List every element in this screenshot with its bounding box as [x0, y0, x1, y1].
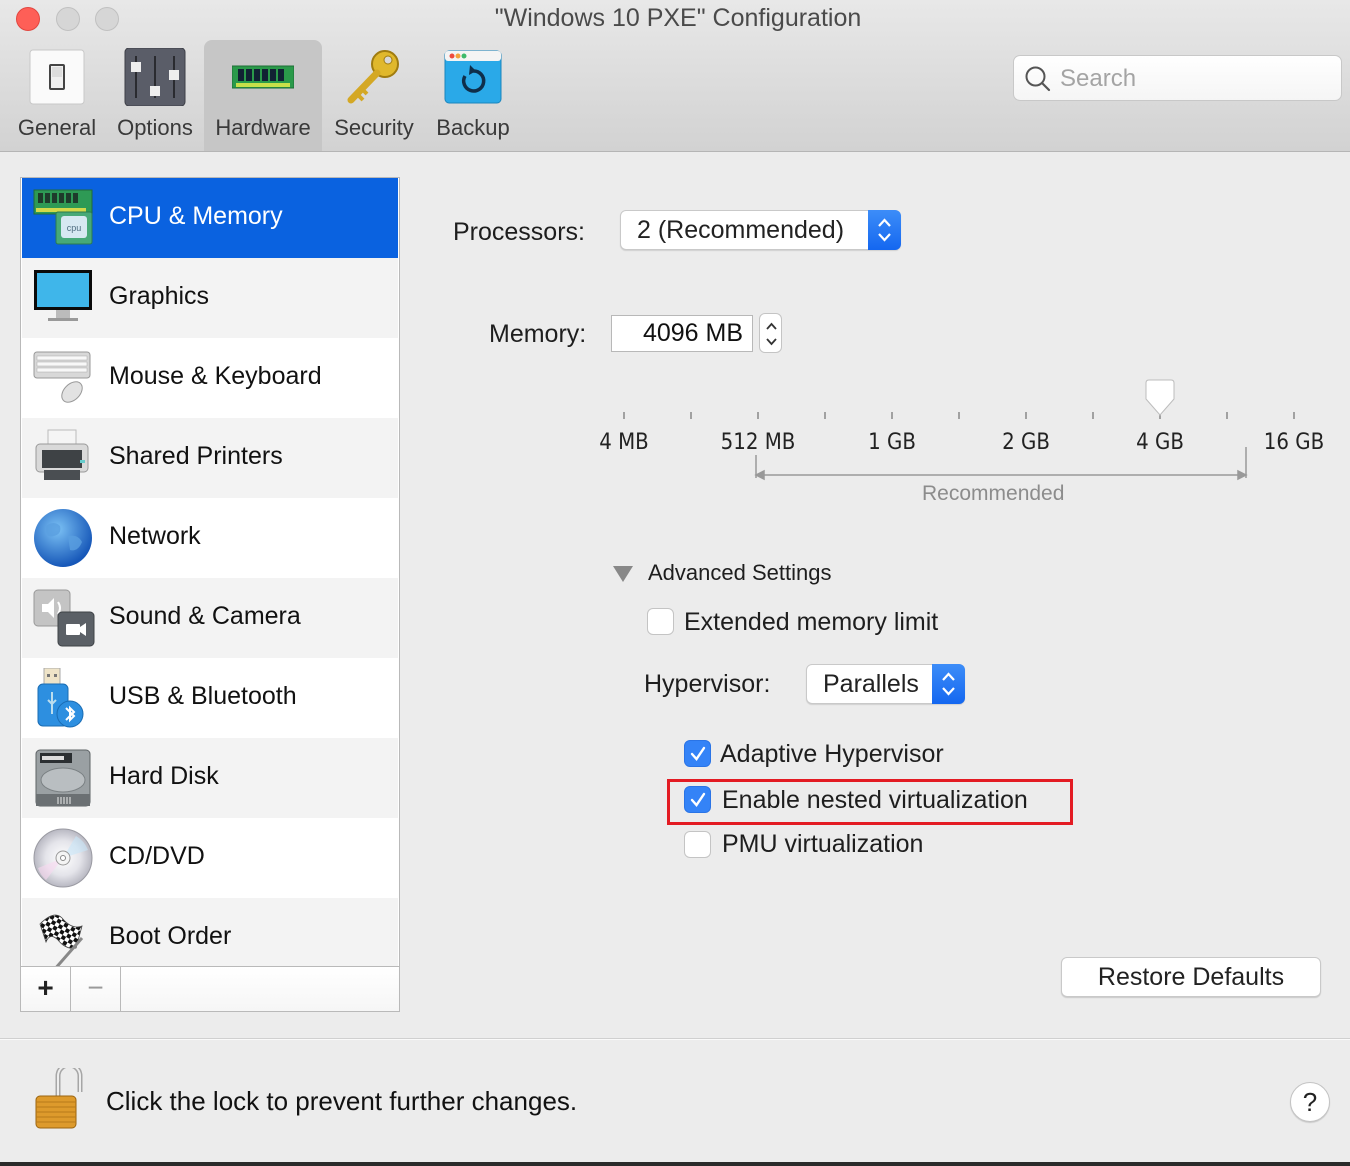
sidebar-item-label: Boot Order: [109, 922, 232, 950]
pmu-virtualization-checkbox[interactable]: [684, 831, 711, 858]
memory-field[interactable]: 4096 MB: [611, 315, 753, 352]
sidebar-item-mouse-keyboard[interactable]: Mouse & Keyboard: [22, 338, 398, 418]
cpu-memory-icon: cpu: [33, 189, 93, 245]
hardware-device-list: cpu CPU & Memory Graphics Mouse & Keyboa…: [20, 177, 400, 1012]
search-icon: [1025, 66, 1051, 92]
checkmark-icon: [690, 792, 706, 807]
nested-virtualization-checkbox[interactable]: [684, 786, 711, 813]
memory-chip-icon: [232, 65, 294, 89]
globe-icon: [34, 509, 92, 567]
hard-disk-icon: [35, 749, 91, 807]
toggle-switch-icon: [29, 49, 85, 105]
sidebar-footer: + −: [21, 966, 399, 1011]
sidebar-item-cd-dvd[interactable]: CD/DVD: [22, 818, 398, 898]
footer-divider: [0, 1038, 1350, 1040]
slider-tick-label: 1 GB: [868, 430, 916, 455]
sidebar-item-cpu-memory[interactable]: cpu CPU & Memory: [22, 178, 398, 258]
add-device-button[interactable]: +: [21, 967, 71, 1011]
memory-slider[interactable]: [600, 375, 1310, 485]
tab-hardware[interactable]: Hardware: [204, 40, 322, 151]
backup-restore-icon: [444, 50, 502, 104]
sidebar-item-label: Shared Printers: [109, 442, 283, 470]
sidebar-item-network[interactable]: Network: [22, 498, 398, 578]
hypervisor-label: Hypervisor:: [644, 670, 771, 698]
slider-thumb: [1145, 379, 1175, 416]
pmu-virtualization-label: PMU virtualization: [722, 830, 924, 858]
window-title: "Windows 10 PXE" Configuration: [494, 4, 862, 32]
tab-general-label: General: [17, 115, 97, 140]
checkered-flag-icon: [39, 914, 84, 966]
slider-tick-label: 4 GB: [1136, 430, 1184, 455]
search-field[interactable]: [1013, 55, 1342, 101]
sidebar-item-label: Mouse & Keyboard: [109, 362, 322, 390]
extended-memory-label: Extended memory limit: [684, 608, 939, 636]
search-input[interactable]: [1060, 62, 1330, 96]
sidebar-item-sound-camera[interactable]: Sound & Camera: [22, 578, 398, 658]
advanced-settings-header[interactable]: Advanced Settings: [648, 560, 831, 586]
slider-tick-label: 2 GB: [1002, 430, 1050, 455]
popup-arrows-icon: [868, 210, 901, 250]
key-icon: [347, 50, 399, 104]
slider-tick-label: 512 MB: [720, 430, 796, 455]
sidebar-item-usb-bluetooth[interactable]: USB & Bluetooth: [22, 658, 398, 738]
sidebar-item-boot-order[interactable]: Boot Order: [22, 898, 398, 966]
popup-arrows-icon: [932, 664, 965, 704]
sidebar-item-label: Hard Disk: [109, 762, 219, 790]
sidebar-item-label: CPU & Memory: [109, 202, 283, 230]
printer-icon: [35, 429, 89, 480]
slider-tick-label: 4 MB: [599, 430, 649, 455]
tab-hardware-label: Hardware: [215, 115, 311, 140]
tab-options-label: Options: [117, 115, 193, 140]
unlocked-padlock-icon[interactable]: [32, 1068, 88, 1132]
hypervisor-value: Parallels: [823, 670, 919, 698]
monitor-icon: [34, 270, 92, 321]
tab-backup[interactable]: Backup: [426, 40, 520, 151]
nested-virtualization-label: Enable nested virtualization: [722, 786, 1028, 814]
sound-camera-icon: [33, 589, 95, 647]
tab-security-label: Security: [334, 115, 414, 140]
sidebar-item-label: USB & Bluetooth: [109, 682, 297, 710]
window-toolbar: "Windows 10 PXE" Configuration General O…: [0, 0, 1350, 152]
stepper-arrows-icon: [766, 322, 777, 346]
recommended-label: Recommended: [922, 482, 1065, 505]
sidebar-item-hard-disk[interactable]: Hard Disk: [22, 738, 398, 818]
tab-options[interactable]: Options: [108, 40, 202, 151]
adaptive-hypervisor-checkbox[interactable]: [684, 740, 711, 767]
cd-dvd-icon: [33, 828, 93, 888]
sidebar-item-label: CD/DVD: [109, 842, 205, 870]
help-button[interactable]: ?: [1290, 1082, 1330, 1122]
tab-backup-label: Backup: [436, 115, 510, 140]
processors-label: Processors:: [453, 218, 585, 246]
extended-memory-checkbox[interactable]: [647, 608, 674, 635]
sliders-icon: [124, 48, 186, 106]
slider-tick-label: 16 GB: [1263, 430, 1325, 455]
usb-bluetooth-icon: [37, 668, 84, 728]
processors-value: 2 (Recommended): [637, 216, 845, 244]
memory-label: Memory:: [489, 320, 587, 348]
sidebar-item-label: Network: [109, 522, 201, 550]
window-bottom-edge: [0, 1162, 1350, 1166]
hypervisor-popup[interactable]: Parallels: [806, 664, 965, 704]
sidebar-item-label: Graphics: [109, 282, 210, 310]
memory-stepper[interactable]: [759, 313, 782, 353]
restore-defaults-button[interactable]: Restore Defaults: [1061, 957, 1321, 997]
processors-popup[interactable]: 2 (Recommended): [620, 210, 901, 250]
lock-status-text: Click the lock to prevent further change…: [106, 1086, 578, 1116]
remove-device-button[interactable]: −: [71, 967, 121, 1011]
disclosure-triangle-icon[interactable]: [612, 565, 634, 583]
sidebar-item-shared-printers[interactable]: Shared Printers: [22, 418, 398, 498]
svg-text:cpu: cpu: [67, 223, 82, 233]
checkmark-icon: [690, 746, 706, 761]
sidebar-item-graphics[interactable]: Graphics: [22, 258, 398, 338]
tab-security[interactable]: Security: [326, 40, 422, 151]
sidebar-item-label: Sound & Camera: [109, 602, 301, 630]
keyboard-mouse-icon: [33, 351, 91, 403]
tab-general[interactable]: General: [10, 40, 104, 151]
adaptive-hypervisor-label: Adaptive Hypervisor: [720, 740, 944, 768]
